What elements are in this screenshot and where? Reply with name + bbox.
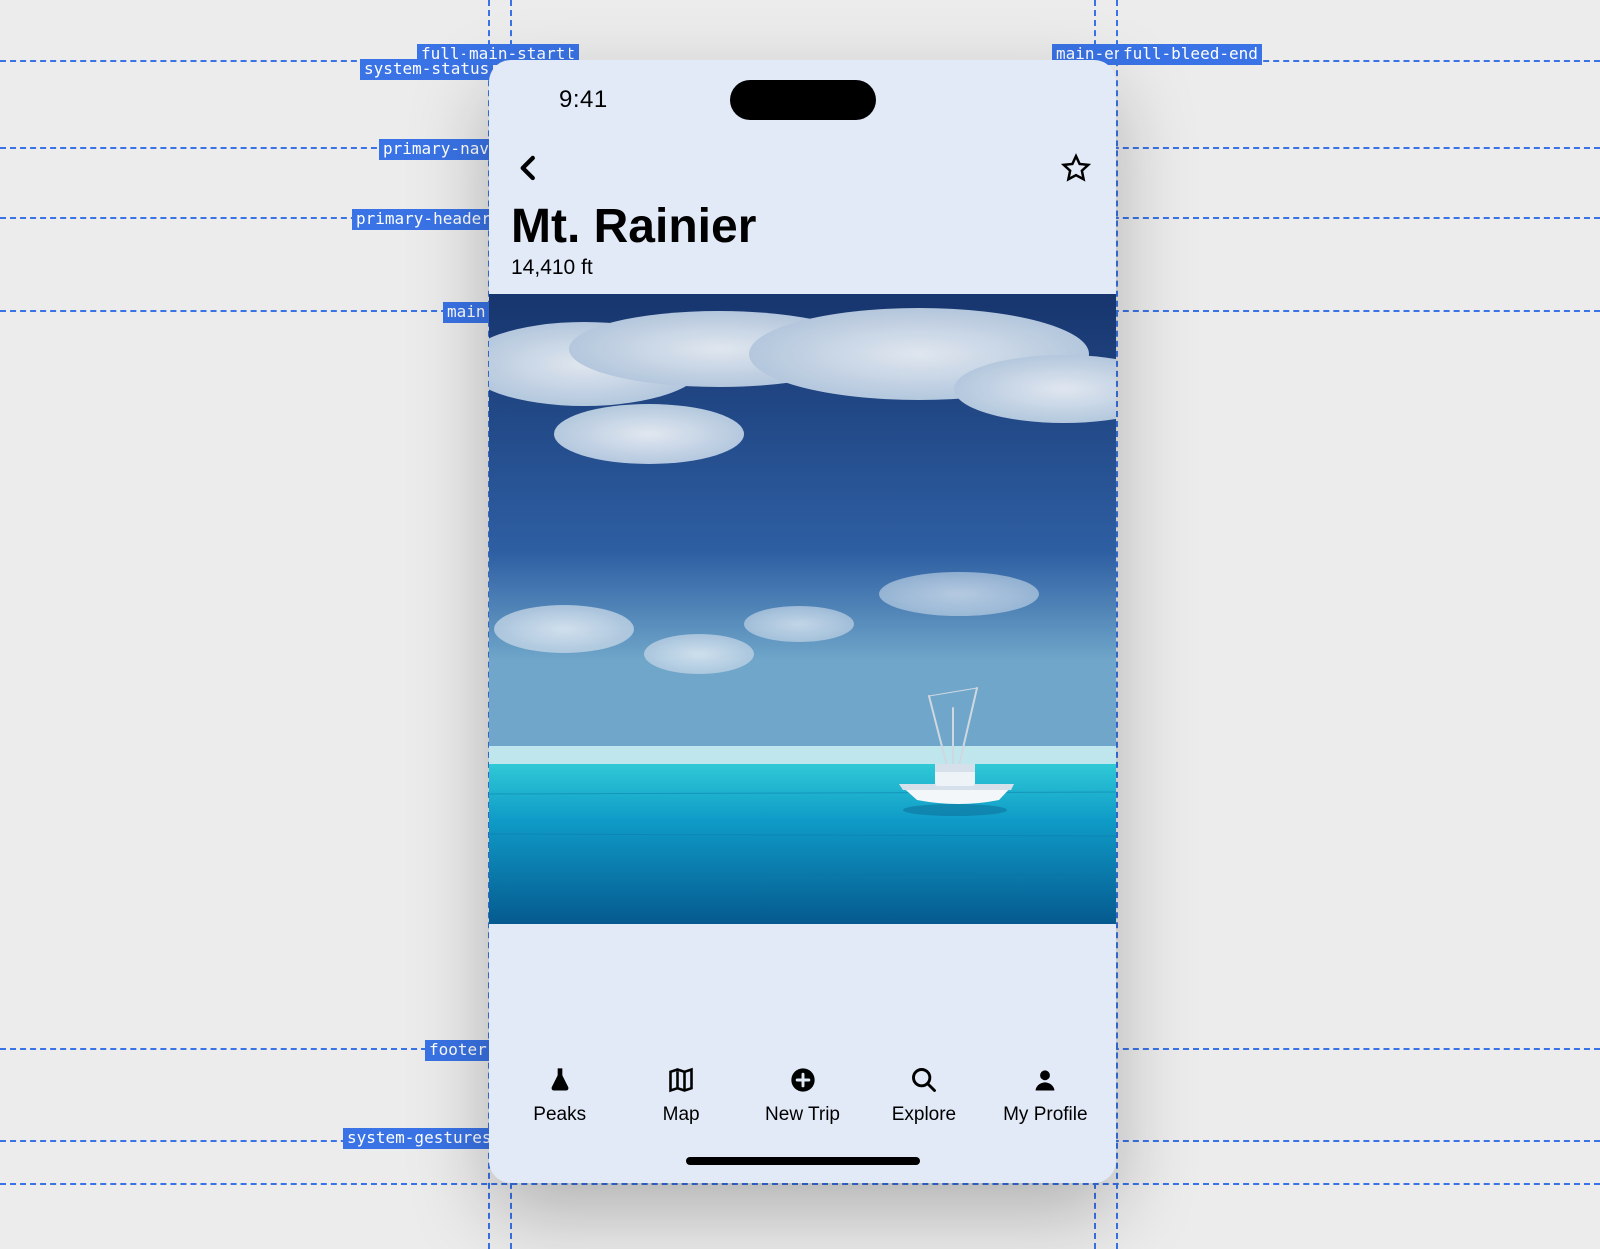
tab-new-trip[interactable]: New Trip xyxy=(742,1066,863,1126)
hero-image xyxy=(489,294,1116,924)
label-full-bleed-end: full-bleed-end xyxy=(1119,44,1262,65)
footer-tab-bar: Peaks Map New Trip Explore My Profile xyxy=(489,1057,1116,1135)
page-title: Mt. Rainier xyxy=(511,202,1094,252)
status-time: 9:41 xyxy=(559,86,608,114)
tab-label: Explore xyxy=(892,1104,956,1126)
phone-frame: 9:41 Mt. Rainier 14,410 ft xyxy=(489,60,1116,1183)
primary-header: Mt. Rainier 14,410 ft xyxy=(489,200,1116,294)
label-footer: footer xyxy=(425,1040,491,1061)
star-outline-icon xyxy=(1061,153,1091,188)
tab-profile[interactable]: My Profile xyxy=(985,1066,1106,1126)
label-main: main xyxy=(443,302,490,323)
tab-label: Map xyxy=(663,1104,700,1126)
home-indicator[interactable] xyxy=(686,1157,920,1165)
guide-bottom xyxy=(0,1183,1600,1185)
guide-full-bleed-end xyxy=(1116,0,1118,1249)
search-icon xyxy=(910,1066,938,1100)
system-status-bar: 9:41 xyxy=(489,60,1116,140)
tab-map[interactable]: Map xyxy=(620,1066,741,1126)
tab-explore[interactable]: Explore xyxy=(863,1066,984,1126)
person-icon xyxy=(1031,1066,1059,1100)
label-primary-header: primary-header xyxy=(352,209,495,230)
tab-peaks[interactable]: Peaks xyxy=(499,1066,620,1126)
page-subtitle: 14,410 ft xyxy=(511,256,1094,280)
map-icon xyxy=(667,1066,695,1100)
tab-label: My Profile xyxy=(1003,1104,1087,1126)
tab-label: New Trip xyxy=(765,1104,840,1126)
flask-icon xyxy=(546,1066,574,1100)
favorite-button[interactable] xyxy=(1058,152,1094,188)
chevron-left-icon xyxy=(514,153,544,188)
dynamic-island xyxy=(730,80,876,120)
label-system-status: system-status xyxy=(360,59,493,80)
back-button[interactable] xyxy=(511,152,547,188)
label-system-gestures: system-gestures xyxy=(343,1128,496,1149)
label-primary-nav: primary-nav xyxy=(379,139,493,160)
primary-nav xyxy=(489,140,1116,200)
add-circle-icon xyxy=(789,1066,817,1100)
tab-label: Peaks xyxy=(533,1104,586,1126)
